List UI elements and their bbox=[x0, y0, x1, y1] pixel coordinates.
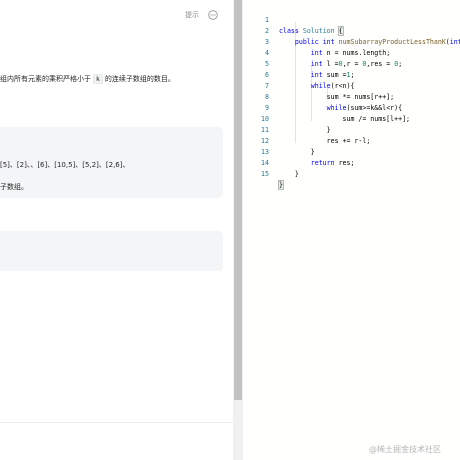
watermark: @稀土掘金技术社区 bbox=[369, 445, 441, 454]
code-text: } bbox=[278, 180, 284, 191]
example-box-2 bbox=[0, 231, 223, 271]
left-panel-scrollbar[interactable] bbox=[233, 0, 243, 460]
code-line[interactable]: 12 } bbox=[243, 125, 460, 156]
description-text-after: 的连续子数组的数目。 bbox=[104, 75, 175, 83]
example-explanation-line: [5]、[2]、、[6]、[10,5]、[5,2]、[2,6]、 bbox=[0, 161, 130, 169]
hint-button[interactable]: 提示 bbox=[185, 10, 199, 20]
description-code-k: k bbox=[93, 74, 103, 84]
problem-panel: 提示 组内所有元素的乘积严格小于 k 的连续子数组的数目。 [5]、[2]、、[6]… bbox=[0, 0, 233, 460]
line-number: 15 bbox=[261, 170, 269, 178]
code-line[interactable]: 11 res += r-l; bbox=[243, 114, 460, 145]
scrollbar-thumb[interactable] bbox=[234, 0, 242, 400]
code-line[interactable]: 4 int l =0,r = 0,res = 0; bbox=[243, 37, 460, 68]
code-line[interactable]: 2 public int numSubarrayProductLessThanK… bbox=[243, 15, 460, 46]
code-line[interactable]: 15 } bbox=[243, 158, 460, 190]
code-text: } bbox=[279, 170, 299, 178]
code-line[interactable]: 1 class Solution { bbox=[243, 4, 460, 36]
code-line[interactable]: 13 return res; bbox=[243, 136, 460, 167]
code-line[interactable]: 5 int sum =1; bbox=[243, 48, 460, 79]
divider bbox=[0, 422, 233, 423]
example-box: [5]、[2]、、[6]、[10,5]、[5,2]、[2,6]、 子数组。 bbox=[0, 127, 223, 198]
code-line[interactable]: 3 int n = nums.length; bbox=[243, 26, 460, 57]
code-line[interactable]: 6 while(r<n){ bbox=[243, 59, 460, 90]
code-line[interactable]: 14 } bbox=[243, 147, 460, 178]
code-line[interactable]: 7 sum *= nums[r++]; bbox=[243, 70, 460, 101]
bracket-highlight: } bbox=[278, 180, 284, 190]
example-explanation-line-2: 子数组。 bbox=[0, 183, 28, 191]
code-line[interactable]: 10 } bbox=[243, 103, 460, 134]
more-options-icon[interactable] bbox=[208, 10, 218, 20]
problem-description: 组内所有元素的乘积严格小于 k 的连续子数组的数目。 bbox=[0, 74, 233, 84]
code-editor[interactable]: 1 class Solution { 2 public int numSubar… bbox=[243, 0, 460, 460]
description-text-before: 组内所有元素的乘积严格小于 bbox=[0, 75, 91, 83]
code-line[interactable]: 8 while(sum>=k&&l<r){ bbox=[243, 81, 460, 112]
code-line[interactable]: 9 sum /= nums[l++]; bbox=[243, 92, 460, 123]
